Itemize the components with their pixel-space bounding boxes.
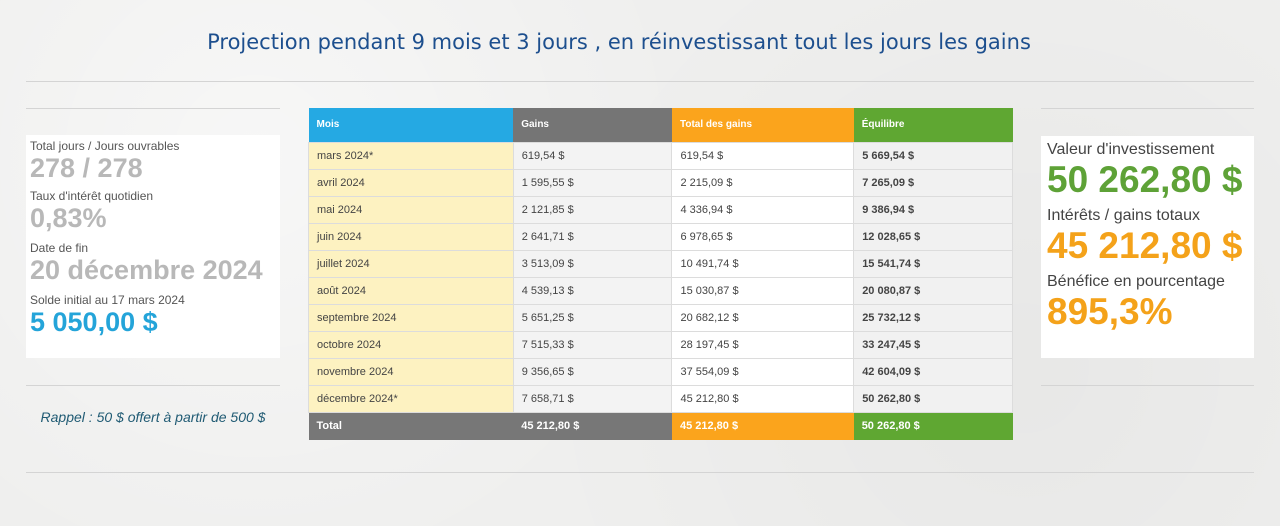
page-title: Projection pendant 9 mois et 3 jours , e…	[207, 30, 1031, 54]
divider-bottom	[26, 472, 1254, 473]
reminder-text: Rappel : 50 $ offert à partir de 500 $	[40, 409, 266, 425]
cell-equilibre: 25 732,12 $	[853, 303, 1013, 332]
cell-equilibre: 20 080,87 $	[853, 276, 1013, 305]
cell-gains: 2 121,85 $	[512, 195, 673, 224]
daily-rate-value: 0,83%	[30, 203, 107, 233]
cell-mois: juillet 2024	[308, 249, 514, 278]
table-row: mars 2024* 619,54 $ 619,54 $ 5 669,54 $	[308, 141, 1013, 170]
divider-left-bottom	[26, 385, 280, 386]
table-row: novembre 2024 9 356,65 $ 37 554,09 $ 42 …	[308, 357, 1013, 386]
cell-mois: août 2024	[308, 276, 514, 305]
profit-percent-label: Bénéfice en pourcentage	[1047, 273, 1225, 290]
total-days-label: Total jours / Jours ouvrables	[30, 139, 180, 153]
cell-total-gains: 2 215,09 $	[671, 168, 855, 197]
header-gains: Gains	[513, 108, 672, 142]
total-gains: 45 212,80 $	[513, 412, 672, 440]
cell-gains: 3 513,09 $	[512, 249, 673, 278]
table-header-row: Mois Gains Total des gains Équilibre	[308, 108, 1013, 142]
cell-gains: 4 539,13 $	[512, 276, 673, 305]
cell-equilibre: 9 386,94 $	[853, 195, 1013, 224]
cell-mois: mars 2024*	[308, 141, 514, 170]
total-total-gains: 45 212,80 $	[671, 412, 854, 440]
interest-total-label: Intérêts / gains totaux	[1047, 207, 1200, 224]
cell-gains: 7 515,33 $	[512, 330, 673, 359]
cell-mois: mai 2024	[308, 195, 514, 224]
cell-equilibre: 5 669,54 $	[853, 141, 1013, 170]
initial-balance-label: Solde initial au 17 mars 2024	[30, 293, 185, 307]
table-row: juillet 2024 3 513,09 $ 10 491,74 $ 15 5…	[308, 249, 1013, 278]
cell-total-gains: 10 491,74 $	[671, 249, 855, 278]
table-row: octobre 2024 7 515,33 $ 28 197,45 $ 33 2…	[308, 330, 1013, 359]
initial-balance-value: 5 050,00 $	[30, 307, 158, 337]
table-row: avril 2024 1 595,55 $ 2 215,09 $ 7 265,0…	[308, 168, 1013, 197]
cell-mois: novembre 2024	[308, 357, 514, 386]
cell-gains: 2 641,71 $	[512, 222, 673, 251]
investment-value-label: Valeur d'investissement	[1047, 141, 1215, 158]
cell-total-gains: 15 030,87 $	[671, 276, 855, 305]
cell-total-gains: 28 197,45 $	[671, 330, 855, 359]
cell-total-gains: 6 978,65 $	[671, 222, 855, 251]
table-row: août 2024 4 539,13 $ 15 030,87 $ 20 080,…	[308, 276, 1013, 305]
divider-left-top	[26, 108, 280, 109]
daily-rate-label: Taux d'intérêt quotidien	[30, 189, 154, 203]
total-label: Total	[308, 412, 514, 440]
cell-gains: 619,54 $	[512, 141, 673, 170]
cell-mois: décembre 2024*	[308, 384, 514, 413]
table-total-row: Total 45 212,80 $ 45 212,80 $ 50 262,80 …	[308, 412, 1013, 440]
profit-percent-value: 895,3%	[1047, 291, 1173, 332]
cell-mois: juin 2024	[308, 222, 514, 251]
cell-mois: avril 2024	[308, 168, 514, 197]
cell-equilibre: 50 262,80 $	[853, 384, 1013, 413]
end-date-label: Date de fin	[30, 241, 89, 255]
cell-gains: 9 356,65 $	[512, 357, 673, 386]
projection-table: Mois Gains Total des gains Équilibre mar…	[308, 108, 1013, 440]
cell-equilibre: 33 247,45 $	[853, 330, 1013, 359]
cell-mois: septembre 2024	[308, 303, 514, 332]
end-date-value: 20 décembre 2024	[30, 255, 263, 285]
cell-equilibre: 15 541,74 $	[853, 249, 1013, 278]
header-mois: Mois	[308, 108, 514, 142]
divider-top	[26, 81, 1254, 82]
cell-total-gains: 619,54 $	[671, 141, 855, 170]
table-row: mai 2024 2 121,85 $ 4 336,94 $ 9 386,94 …	[308, 195, 1013, 224]
table-row: décembre 2024* 7 658,71 $ 45 212,80 $ 50…	[308, 384, 1013, 413]
cell-gains: 7 658,71 $	[512, 384, 673, 413]
cell-equilibre: 42 604,09 $	[853, 357, 1013, 386]
divider-right-bottom	[1041, 385, 1254, 386]
cell-gains: 1 595,55 $	[512, 168, 673, 197]
cell-total-gains: 37 554,09 $	[671, 357, 855, 386]
cell-total-gains: 20 682,12 $	[671, 303, 855, 332]
cell-total-gains: 4 336,94 $	[671, 195, 855, 224]
divider-right-top	[1041, 108, 1254, 109]
table-row: juin 2024 2 641,71 $ 6 978,65 $ 12 028,6…	[308, 222, 1013, 251]
interest-total-value: 45 212,80 $	[1047, 225, 1243, 266]
cell-mois: octobre 2024	[308, 330, 514, 359]
total-days-value: 278 / 278	[30, 153, 143, 183]
header-total-gains: Total des gains	[671, 108, 854, 142]
cell-gains: 5 651,25 $	[512, 303, 673, 332]
summary-left-card: Total jours / Jours ouvrables 278 / 278 …	[26, 135, 280, 358]
header-equilibre: Équilibre	[853, 108, 1013, 142]
investment-value: 50 262,80 $	[1047, 159, 1243, 200]
table-row: septembre 2024 5 651,25 $ 20 682,12 $ 25…	[308, 303, 1013, 332]
cell-equilibre: 12 028,65 $	[853, 222, 1013, 251]
summary-right-card: Valeur d'investissement 50 262,80 $ Inté…	[1041, 136, 1254, 358]
total-equilibre: 50 262,80 $	[853, 412, 1013, 440]
cell-total-gains: 45 212,80 $	[671, 384, 855, 413]
cell-equilibre: 7 265,09 $	[853, 168, 1013, 197]
